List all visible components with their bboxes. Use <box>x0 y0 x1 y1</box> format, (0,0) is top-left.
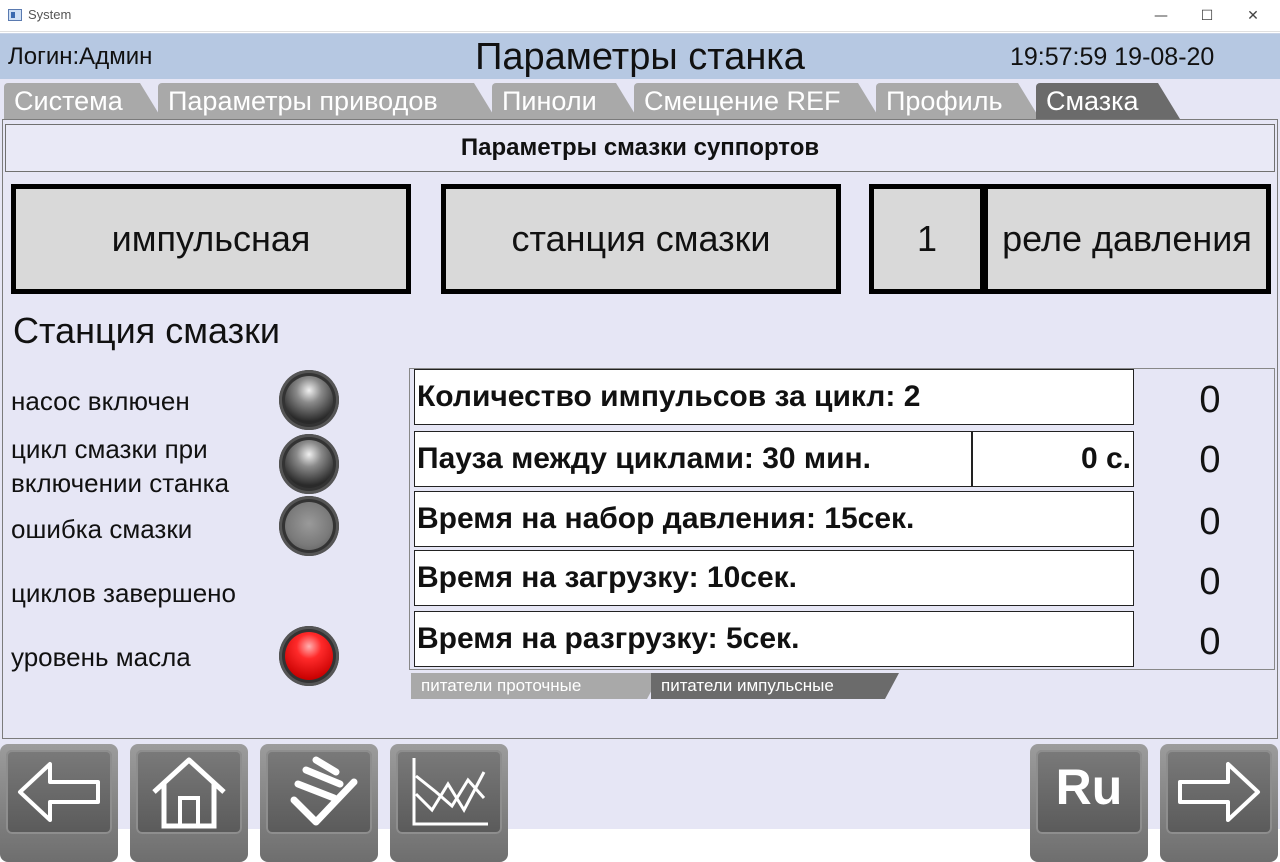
count-box[interactable]: 1 <box>869 184 985 294</box>
forward-button[interactable] <box>1160 744 1278 862</box>
lubrication-source-box[interactable]: станция смазки <box>441 184 841 294</box>
close-button[interactable]: ✕ <box>1230 0 1276 32</box>
language-button[interactable]: Ru <box>1030 744 1148 862</box>
app-icon <box>8 9 22 21</box>
cycles-done-label: циклов завершено <box>11 578 236 608</box>
sensor-type-box[interactable]: реле давления <box>983 184 1271 294</box>
param-unload-time[interactable]: Время на разгрузку: 5сек. <box>414 611 1134 667</box>
startup-cycle-lamp <box>279 434 339 494</box>
chart-icon <box>412 758 488 826</box>
subtab-flow-feeders[interactable]: питатели проточные <box>411 673 661 699</box>
tab-lubrication[interactable]: Смазка <box>1036 83 1180 119</box>
tab-drive-params[interactable]: Параметры приводов <box>158 83 496 119</box>
param-load-value: 0 <box>1199 561 1221 603</box>
header-bar: Логин:Админ Параметры станка 19:57:59 19… <box>0 33 1280 79</box>
pump-on-lamp <box>279 370 339 430</box>
param-pulses-per-cycle[interactable]: Количество импульсов за цикл: 2 <box>414 369 1134 425</box>
window-title: System <box>28 7 72 22</box>
home-button[interactable] <box>130 744 248 862</box>
tab-system[interactable]: Система <box>4 83 162 119</box>
oil-level-lamp <box>279 626 339 686</box>
chart-button[interactable] <box>390 744 508 862</box>
tab-ref-offset[interactable]: Смещение REF <box>634 83 880 119</box>
param-unload-value: 0 <box>1199 621 1221 663</box>
maximize-button[interactable]: ☐ <box>1184 0 1230 32</box>
param-load-time[interactable]: Время на загрузку: 10сек. <box>414 550 1134 606</box>
lubrication-type-box[interactable]: импульсная <box>11 184 411 294</box>
oil-level-label: уровень масла <box>11 642 191 672</box>
signature-icon <box>290 756 358 826</box>
param-pause-value: 0 <box>1199 439 1221 481</box>
back-button[interactable] <box>0 744 118 862</box>
bottom-nav-bar: Ru <box>0 742 1280 862</box>
param-pause-remaining: 0 с. <box>972 431 1134 487</box>
section-title: Параметры смазки суппортов <box>5 124 1275 172</box>
home-icon <box>152 757 226 829</box>
clock: 19:57:59 19-08-20 <box>1010 43 1215 71</box>
arrow-right-icon <box>1178 762 1260 822</box>
tab-profile[interactable]: Профиль <box>876 83 1040 119</box>
station-title: Станция смазки <box>13 310 280 351</box>
sign-button[interactable] <box>260 744 378 862</box>
tab-quills[interactable]: Пиноли <box>492 83 638 119</box>
window-titlebar: System — ☐ ✕ <box>0 0 1280 32</box>
param-pulses-value: 0 <box>1199 379 1221 421</box>
param-pressure-value: 0 <box>1199 501 1221 543</box>
minimize-button[interactable]: — <box>1138 0 1184 32</box>
language-label: Ru <box>1055 759 1123 815</box>
pump-on-label: насос включен <box>11 386 190 416</box>
params-panel: Количество импульсов за цикл: 2 0 Пауза … <box>409 368 1275 670</box>
subtab-pulse-feeders[interactable]: питатели импульсные <box>651 673 899 699</box>
startup-cycle-label-line2: включении станка <box>11 468 230 498</box>
lube-error-label: ошибка смазки <box>11 514 193 544</box>
param-pause-between-cycles[interactable]: Пауза между циклами: 30 мин. <box>414 431 972 487</box>
lube-error-lamp <box>279 496 339 556</box>
startup-cycle-label-line1: цикл смазки при <box>11 434 208 464</box>
tab-bar: Система Параметры приводов Пиноли Смещен… <box>0 79 1280 119</box>
main-panel: Параметры смазки суппортов импульсная ст… <box>2 119 1278 739</box>
param-pressure-time[interactable]: Время на набор давления: 15сек. <box>414 491 1134 547</box>
app-root: Логин:Админ Параметры станка 19:57:59 19… <box>0 33 1280 862</box>
arrow-left-icon <box>18 762 100 822</box>
